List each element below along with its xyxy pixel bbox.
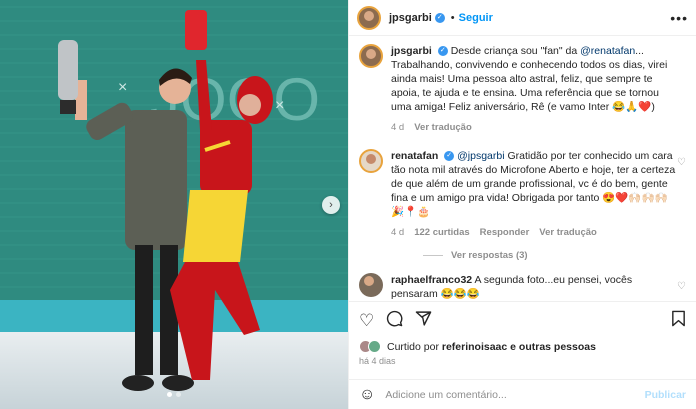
liked-by-user[interactable]: referinoisaac [442, 341, 507, 353]
comment-mention[interactable]: @jpsgarbi [457, 150, 504, 162]
caption-text-pre: Desde criança sou "fan" da [450, 45, 581, 57]
comment-item: raphaelfranco32 A segunda foto...eu pens… [359, 273, 686, 301]
verified-badge-icon: ✓ [437, 46, 448, 57]
comment-icon[interactable] [386, 310, 403, 332]
verified-badge-icon: ✓ [444, 151, 455, 162]
comment-time[interactable]: 4 d [391, 226, 404, 240]
liked-by-avatars [359, 340, 381, 353]
caption-mention[interactable]: @renatafan [580, 45, 635, 57]
separator-dot: • [450, 11, 455, 24]
more-options-icon[interactable]: ••• [670, 10, 688, 26]
svg-text:×: × [275, 97, 284, 114]
comment-like-heart-icon[interactable]: ♡ [677, 281, 686, 292]
comment-likes[interactable]: 122 curtidas [414, 226, 469, 240]
comment-item: renatafan ✓ @jpsgarbi Gratidão por ter c… [359, 149, 686, 240]
comments-list[interactable]: jpsgarbi ✓ Desde criança sou "fan" da @r… [349, 36, 696, 301]
publish-button[interactable]: Publicar [645, 389, 686, 401]
post-actions: ♡ Curtido por referinoisaac e outras pes… [349, 301, 696, 366]
caption-translate[interactable]: Ver tradução [414, 121, 472, 135]
post-side-panel: jpsgarbi ✓ • Seguir ••• jpsgarbi ✓ Desde… [348, 0, 696, 409]
post-header: jpsgarbi ✓ • Seguir ••• [349, 0, 696, 36]
comment-reply-button[interactable]: Responder [480, 226, 530, 240]
add-comment-bar: ☺ Publicar [349, 379, 696, 409]
caption-avatar[interactable] [359, 44, 383, 68]
bookmark-icon[interactable] [671, 310, 686, 332]
comment-avatar[interactable] [359, 273, 383, 297]
liked-by-suffix[interactable]: e outras pessoas [507, 341, 596, 353]
liked-by[interactable]: Curtido por referinoisaac e outras pesso… [359, 340, 686, 353]
share-icon[interactable] [415, 310, 432, 332]
comment-like-heart-icon[interactable]: ♡ [677, 157, 686, 168]
caption-time[interactable]: 4 d [391, 121, 404, 135]
carousel-dot-active [167, 392, 172, 397]
post-date: há 4 dias [359, 356, 396, 366]
post-photo[interactable]: JOGO × × › [0, 0, 348, 409]
carousel-dot [176, 392, 181, 397]
author-avatar[interactable] [357, 5, 381, 30]
liked-by-prefix: Curtido por [387, 340, 442, 353]
emoji-icon[interactable]: ☺ [359, 386, 375, 404]
comment-username[interactable]: renatafan [391, 150, 438, 162]
view-replies-button[interactable]: Ver respostas (3) [423, 250, 686, 261]
comment-input[interactable] [385, 388, 635, 401]
verified-badge-icon: ✓ [434, 12, 445, 23]
comment-translate[interactable]: Ver tradução [539, 226, 597, 240]
comment-avatar[interactable] [359, 149, 383, 173]
chevron-right-icon[interactable]: › [322, 196, 340, 214]
svg-text:×: × [118, 79, 127, 96]
carousel-dots [0, 392, 348, 397]
follow-button[interactable]: Seguir [459, 12, 493, 24]
author-username[interactable]: jpsgarbi [389, 12, 432, 24]
comment-username[interactable]: raphaelfranco32 [391, 274, 472, 286]
caption: jpsgarbi ✓ Desde criança sou "fan" da @r… [359, 44, 686, 135]
caption-username[interactable]: jpsgarbi [391, 45, 432, 57]
heart-icon[interactable]: ♡ [359, 311, 374, 331]
post-image: JOGO × × [0, 0, 348, 409]
